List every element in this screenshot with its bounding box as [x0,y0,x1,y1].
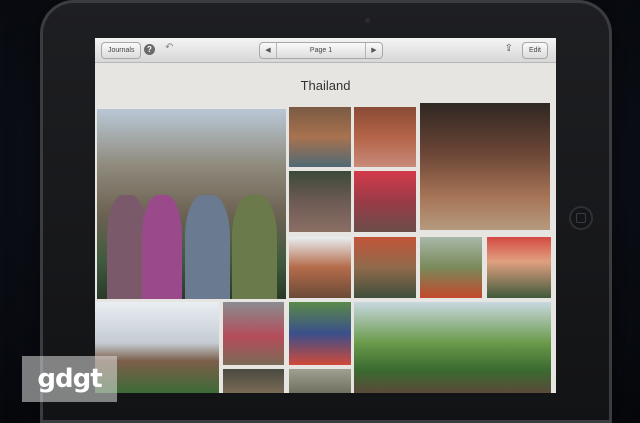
photo-person [107,194,147,299]
journals-button[interactable]: Journals [101,42,142,59]
photo-tile[interactable] [420,237,482,298]
page-label: Page 1 [309,47,333,54]
photo-person [232,194,277,299]
edit-button[interactable]: Edit [521,42,548,59]
toolbar: Journals ? ↶ ◀ Page 1 ▶ ⇪ Edit [95,38,556,63]
photo-tile[interactable] [97,109,286,299]
photo-tile[interactable] [223,302,284,365]
photo-tile[interactable] [420,103,550,230]
photo-tile[interactable] [354,237,416,298]
photo-tile[interactable] [354,302,551,393]
undo-icon[interactable]: ↶ [165,42,173,53]
photo-tile[interactable] [289,369,351,393]
photo-tile[interactable] [289,302,351,365]
help-icon[interactable]: ? [144,44,155,55]
photo-tile[interactable] [354,171,416,232]
photo-tile[interactable] [289,171,351,232]
chevron-left-icon[interactable]: ◀ [260,43,277,58]
photo-tile[interactable] [223,369,284,393]
home-button[interactable] [569,206,593,230]
page-navigator: ◀ Page 1 ▶ [259,42,383,59]
photo-tile[interactable] [289,107,351,167]
share-icon[interactable]: ⇪ [505,43,513,54]
photo-tile[interactable] [354,107,416,167]
watermark-logo: gdgt [22,356,117,402]
photo-person [185,194,230,299]
photo-tile[interactable] [289,237,351,298]
photo-person [142,194,182,299]
journal-title: Thailand [300,78,351,93]
photo-tile[interactable] [487,237,551,298]
chevron-right-icon[interactable]: ▶ [365,43,382,58]
camera-dot [365,18,370,23]
app-screen: Journals ? ↶ ◀ Page 1 ▶ ⇪ Edit Thailand [95,38,556,393]
